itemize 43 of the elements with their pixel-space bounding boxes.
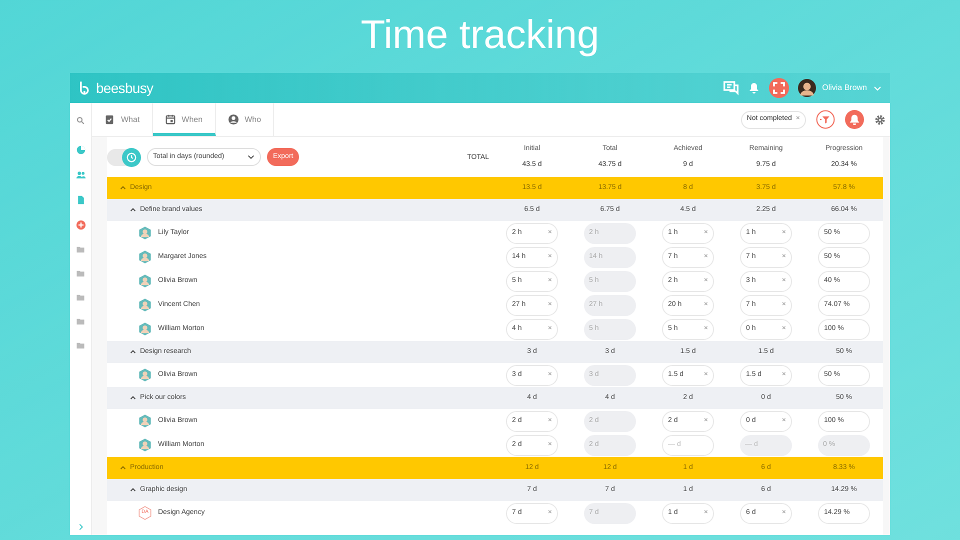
folder-icon[interactable] [76,293,85,302]
caret-up-icon[interactable] [130,207,136,213]
chevron-down-icon[interactable] [873,84,882,92]
avatar-icon[interactable] [798,79,816,97]
search-icon[interactable] [76,116,85,124]
folder-icon[interactable] [76,269,85,278]
clock-icon [126,152,137,162]
calendar-icon [164,114,176,125]
hexagon-avatar-icon [138,506,152,520]
notification-bell-icon[interactable] [845,110,864,129]
toggle-switch[interactable] [107,148,141,166]
filter-icon[interactable] [816,110,835,129]
tab[interactable]: What [92,103,153,136]
avatar-icon [138,414,152,428]
pie-chart-icon[interactable] [76,145,86,155]
clipboard-check-icon [104,114,115,125]
user-icon [228,114,239,125]
board-icon[interactable] [723,80,740,96]
folder-icon[interactable] [76,245,85,254]
avatar-icon [138,368,152,382]
add-icon[interactable] [76,220,86,230]
folder-icon[interactable] [76,317,85,326]
avatar-icon [138,274,152,288]
avatar-icon [138,438,152,452]
slide-title: Time tracking [360,12,600,59]
settings-icon[interactable] [874,114,886,126]
avatar-icon [138,298,152,312]
logo-text: beesbusy [96,78,154,98]
document-icon[interactable] [76,195,86,205]
caret-up-icon[interactable] [130,487,136,493]
avatar-icon [138,226,152,240]
people-icon[interactable] [76,170,86,180]
caret-up-icon[interactable] [130,349,136,355]
fullscreen-icon[interactable] [769,78,790,98]
chevron-down-icon [247,153,255,161]
tab[interactable]: Who [216,103,274,136]
folder-icon[interactable] [76,341,85,350]
avatar-icon [138,322,152,336]
user-name: Olivia Brown [822,82,867,94]
bell-icon[interactable] [748,82,760,94]
chevron-right-icon[interactable] [76,523,84,531]
avatar-icon [138,250,152,264]
caret-up-icon[interactable] [130,395,136,401]
